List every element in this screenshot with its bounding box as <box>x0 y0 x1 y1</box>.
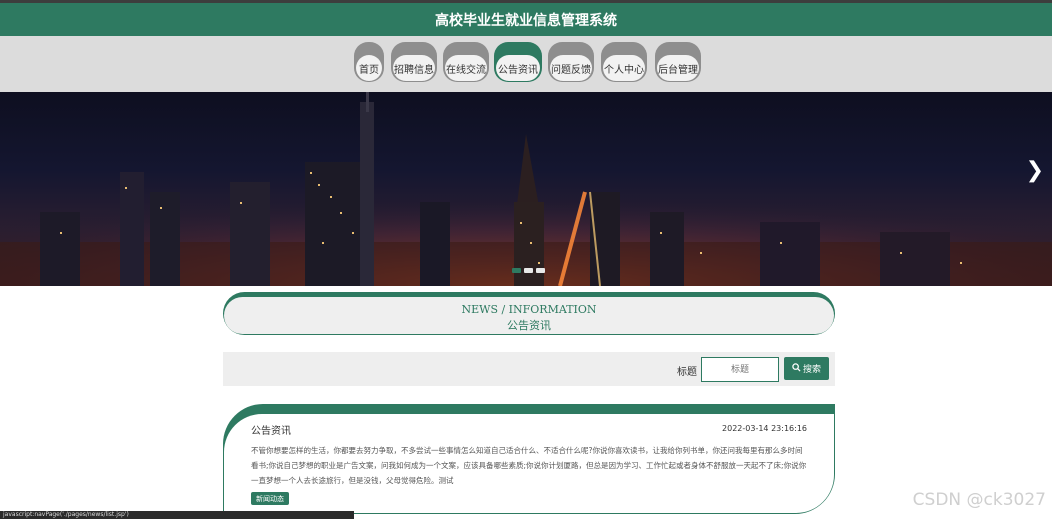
search-input[interactable] <box>701 357 779 382</box>
search-button-label: 搜索 <box>802 365 821 375</box>
carousel-dot[interactable] <box>536 268 545 273</box>
nav-item-profile[interactable]: 个人中心 <box>601 42 647 82</box>
nav-item-label: 问题反馈 <box>550 55 592 81</box>
section-title-en: NEWS / INFORMATION <box>461 303 597 316</box>
news-body: 不管你想要怎样的生活，你都要去努力争取，不多尝试一些事情怎么知道自己适合什么、不… <box>251 446 807 485</box>
carousel-dot[interactable] <box>524 268 533 273</box>
status-bar-url: javascript:navPage('./pages/news/list.js… <box>0 511 354 519</box>
main-nav: 首页 招聘信息 在线交流 公告资讯 问题反馈 个人中心 后台管理 <box>0 36 1052 92</box>
nav-item-label: 在线交流 <box>445 55 487 81</box>
news-tag[interactable]: 新闻动态 <box>251 492 289 505</box>
nav-item-news[interactable]: 公告资讯 <box>494 42 542 82</box>
nav-item-label: 后台管理 <box>657 55 699 81</box>
section-title: NEWS / INFORMATION 公告资讯 <box>223 292 835 335</box>
site-header: 高校毕业生就业信息管理系统 <box>0 3 1052 36</box>
nav-item-label: 个人中心 <box>603 55 645 81</box>
nav-item-label: 公告资讯 <box>496 55 540 81</box>
news-time: 2022-03-14 23:16:16 <box>722 424 807 433</box>
nav-item-jobs[interactable]: 招聘信息 <box>391 42 437 82</box>
banner-carousel[interactable] <box>0 92 1052 286</box>
nav-item-label: 招聘信息 <box>393 55 435 81</box>
section-title-cn: 公告资讯 <box>507 319 551 332</box>
news-card[interactable]: 公告资讯 2022-03-14 23:16:16 不管你想要怎样的生活，你都要去… <box>223 404 835 514</box>
nav-item-admin[interactable]: 后台管理 <box>655 42 701 82</box>
site-title: 高校毕业生就业信息管理系统 <box>435 12 617 29</box>
search-bar: 标题 搜索 <box>223 352 835 386</box>
carousel-dots <box>512 268 545 273</box>
search-icon <box>792 362 801 375</box>
city-night-image <box>0 92 1052 286</box>
carousel-dot[interactable] <box>512 268 521 273</box>
nav-item-label: 首页 <box>356 55 382 81</box>
news-title[interactable]: 公告资讯 <box>251 422 291 437</box>
search-label: 标题 <box>677 367 697 378</box>
nav-item-home[interactable]: 首页 <box>354 42 384 82</box>
nav-item-chat[interactable]: 在线交流 <box>443 42 489 82</box>
chevron-right-icon[interactable]: ❯ <box>1026 158 1044 183</box>
watermark: CSDN @ck3027 <box>912 490 1046 510</box>
search-button[interactable]: 搜索 <box>784 357 829 380</box>
nav-item-feedback[interactable]: 问题反馈 <box>548 42 594 82</box>
